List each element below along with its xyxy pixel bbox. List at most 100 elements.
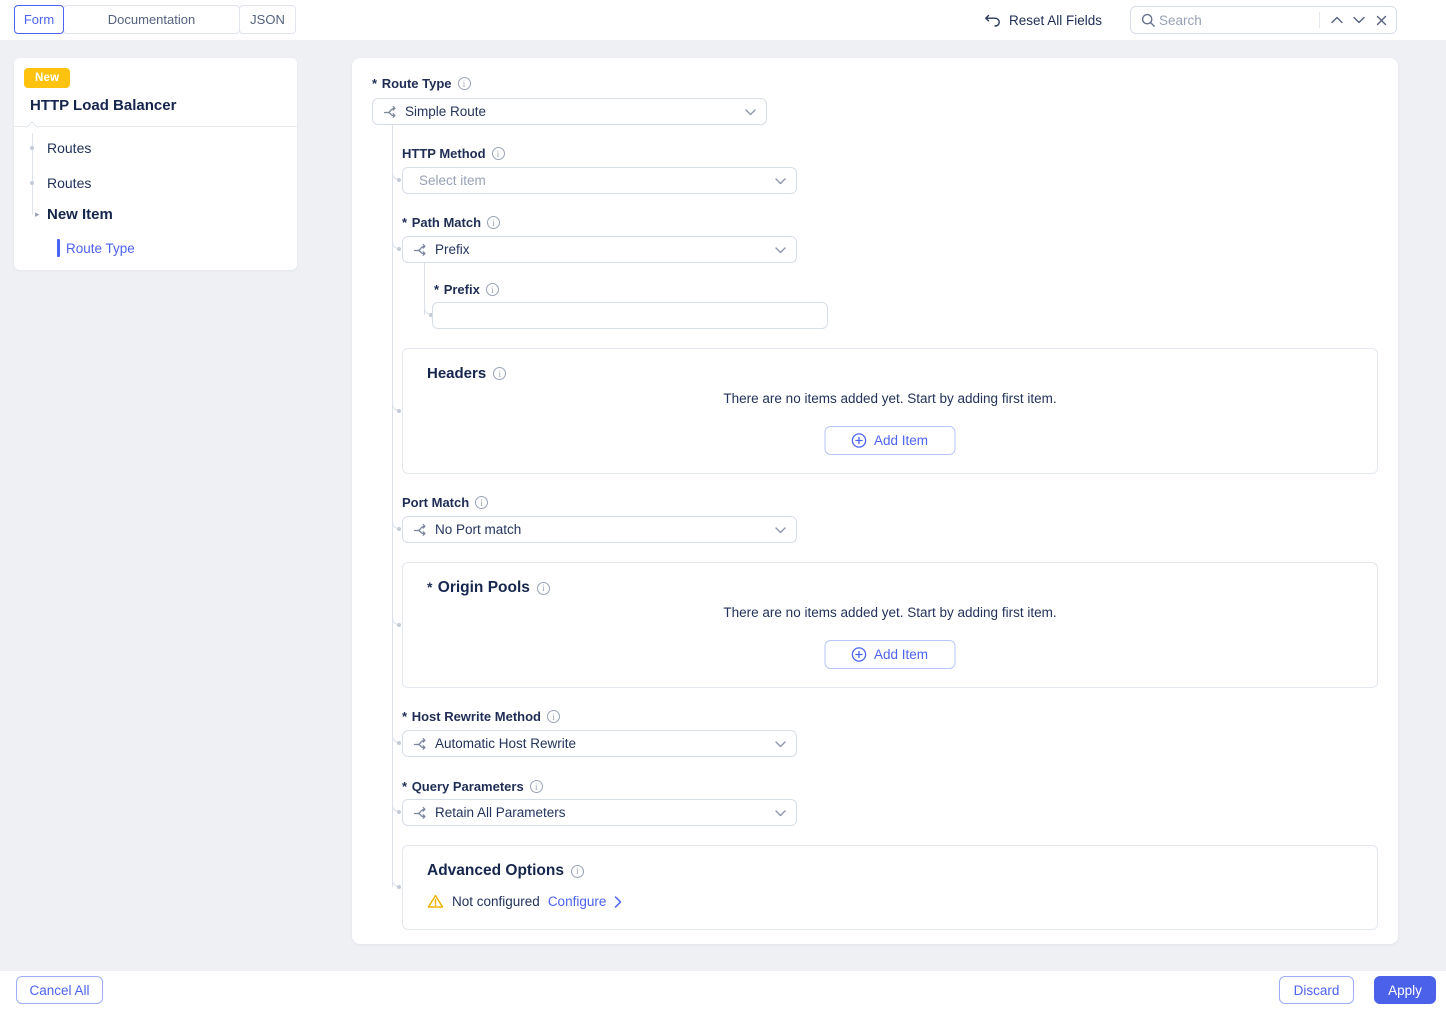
host-rewrite-method-select[interactable]: Automatic Host Rewrite: [402, 730, 797, 757]
headers-empty-message: There are no items added yet. Start by a…: [403, 391, 1377, 406]
connector-dot: [397, 247, 401, 251]
query-parameters-label: * Query Parameters i: [402, 779, 543, 794]
warning-icon: [427, 894, 444, 909]
info-icon[interactable]: i: [486, 283, 499, 296]
connector-dot: [397, 527, 401, 531]
advanced-options-title: Advanced Options i: [427, 862, 584, 880]
route-split-icon: [413, 523, 427, 537]
form-navigation-sidebar: New HTTP Load Balancer Routes Routes ▸ N…: [14, 58, 297, 270]
configure-link[interactable]: Configure: [548, 894, 607, 909]
chevron-down-icon: [775, 809, 786, 817]
search-close-icon[interactable]: [1370, 9, 1392, 31]
tab-form-label: Form: [24, 12, 54, 27]
route-split-icon: [413, 243, 427, 257]
search-icon: [1137, 9, 1159, 31]
chevron-down-icon: [775, 526, 786, 534]
info-icon[interactable]: i: [458, 77, 471, 90]
route-type-select[interactable]: Simple Route: [372, 98, 767, 125]
discard-button[interactable]: Discard: [1279, 976, 1354, 1004]
sidebar-title: HTTP Load Balancer: [30, 97, 176, 114]
route-type-label: * Route Type i: [372, 76, 471, 91]
sidebar-item-routes-2[interactable]: Routes: [47, 175, 91, 191]
origin-pools-section: * Origin Pools i There are no items adde…: [402, 562, 1378, 688]
sidebar-item-new-item[interactable]: New Item: [47, 206, 113, 223]
tab-json-label: JSON: [250, 12, 285, 27]
sidebar-item-routes-1[interactable]: Routes: [47, 140, 91, 156]
origin-pools-empty-message: There are no items added yet. Start by a…: [403, 605, 1377, 620]
http-method-placeholder: Select item: [419, 173, 486, 188]
chevron-down-icon: [775, 177, 786, 185]
connector-dot: [397, 623, 401, 627]
tree-bullet: [30, 146, 34, 150]
add-item-label: Add Item: [874, 433, 928, 448]
chevron-down-icon: [745, 108, 756, 116]
top-toolbar: Form Documentation JSON Reset All Fields: [0, 0, 1446, 40]
app-root: Form Documentation JSON Reset All Fields: [0, 0, 1446, 1012]
tab-form[interactable]: Form: [14, 5, 64, 34]
query-parameters-select[interactable]: Retain All Parameters: [402, 799, 797, 826]
connector-dot: [397, 885, 401, 889]
chevron-down-icon: [775, 740, 786, 748]
host-rewrite-method-value: Automatic Host Rewrite: [435, 736, 576, 751]
port-match-select[interactable]: No Port match: [402, 516, 797, 543]
info-icon[interactable]: i: [530, 780, 543, 793]
prefix-label: * Prefix i: [434, 282, 499, 297]
cancel-all-button[interactable]: Cancel All: [16, 976, 103, 1004]
search-box: [1130, 6, 1397, 34]
connector-dot: [397, 178, 401, 182]
advanced-options-section: Advanced Options i Not configured Config…: [402, 845, 1378, 930]
headers-add-item-button[interactable]: Add Item: [825, 426, 956, 455]
sidebar-divider: [14, 126, 297, 127]
info-icon[interactable]: i: [492, 147, 505, 160]
connector-dot: [397, 810, 401, 814]
new-badge: New: [24, 68, 70, 88]
apply-button[interactable]: Apply: [1374, 976, 1436, 1004]
headers-section: Headers i There are no items added yet. …: [402, 348, 1378, 474]
port-match-value: No Port match: [435, 522, 521, 537]
route-split-icon: [383, 105, 397, 119]
reset-all-fields-label: Reset All Fields: [1009, 13, 1102, 28]
info-icon[interactable]: i: [571, 865, 584, 878]
footer-bar: Cancel All Discard Apply: [0, 970, 1446, 1012]
route-split-icon: [413, 737, 427, 751]
tab-json[interactable]: JSON: [239, 5, 296, 34]
path-match-select[interactable]: Prefix: [402, 236, 797, 263]
tab-documentation-label: Documentation: [108, 12, 195, 27]
path-match-label: * Path Match i: [402, 215, 500, 230]
search-next-icon[interactable]: [1348, 9, 1370, 31]
origin-pools-title: * Origin Pools i: [427, 579, 550, 597]
advanced-options-status: Not configured: [452, 894, 540, 909]
info-icon[interactable]: i: [475, 496, 488, 509]
host-rewrite-method-label: * Host Rewrite Method i: [402, 709, 560, 724]
port-match-label: Port Match i: [402, 495, 488, 510]
active-item-indicator: [57, 239, 60, 257]
info-icon[interactable]: i: [493, 367, 506, 380]
tree-elbow-arrow-icon: ▸: [35, 209, 43, 217]
connector-dot: [397, 741, 401, 745]
connector-dot: [397, 409, 401, 413]
tab-documentation[interactable]: Documentation: [63, 5, 240, 34]
search-divider: [1319, 12, 1320, 28]
chevron-down-icon: [775, 246, 786, 254]
plus-circle-icon: [852, 647, 867, 662]
sidebar-item-route-type[interactable]: Route Type: [66, 241, 135, 256]
origin-pools-add-item-button[interactable]: Add Item: [825, 640, 956, 669]
info-icon[interactable]: i: [487, 216, 500, 229]
query-parameters-value: Retain All Parameters: [435, 805, 566, 820]
headers-title: Headers i: [427, 365, 506, 382]
route-split-icon: [413, 806, 427, 820]
search-prev-icon[interactable]: [1326, 9, 1348, 31]
info-icon[interactable]: i: [547, 710, 560, 723]
prefix-input[interactable]: [432, 302, 828, 329]
plus-circle-icon: [852, 433, 867, 448]
http-method-select[interactable]: Select item: [402, 167, 797, 194]
undo-icon: [984, 13, 1001, 28]
http-method-label: HTTP Method i: [402, 146, 505, 161]
route-type-value: Simple Route: [405, 104, 486, 119]
path-match-value: Prefix: [435, 242, 470, 257]
add-item-label: Add Item: [874, 647, 928, 662]
info-icon[interactable]: i: [537, 582, 550, 595]
reset-all-fields-button[interactable]: Reset All Fields: [984, 0, 1102, 40]
tree-bullet: [30, 181, 34, 185]
search-input[interactable]: [1159, 13, 1297, 28]
